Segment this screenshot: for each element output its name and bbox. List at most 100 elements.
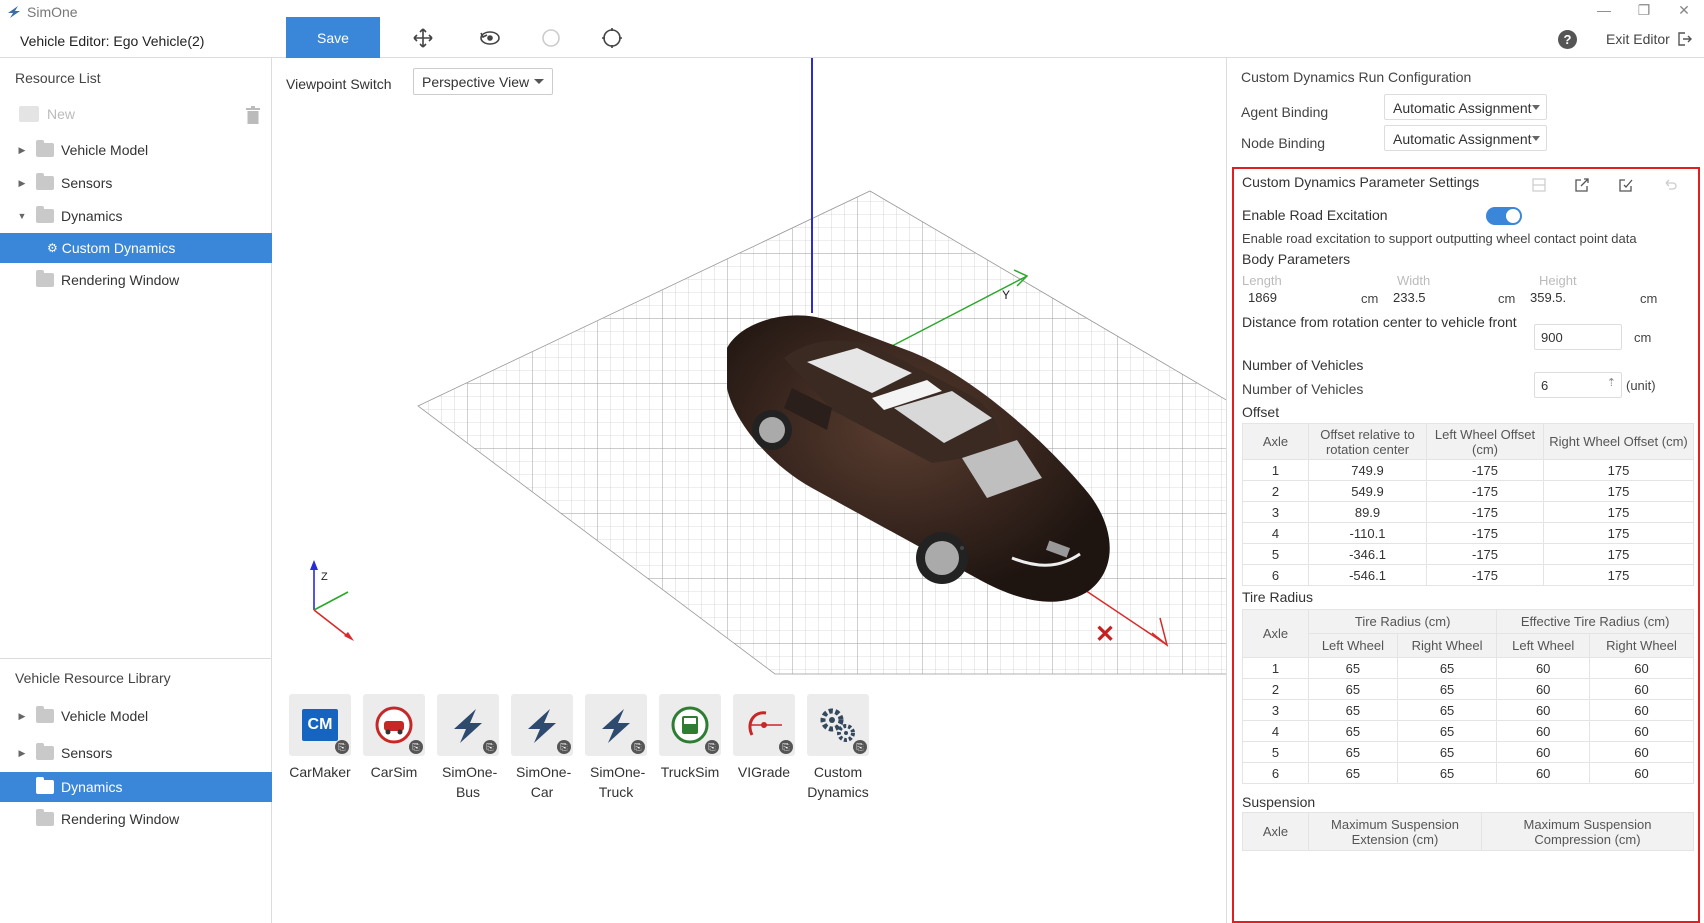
agent-binding-value: Automatic Assignment <box>1393 100 1532 116</box>
viewpoint-select[interactable]: Perspective View <box>413 68 553 95</box>
tree-item-rendering-window[interactable]: Rendering Window <box>0 265 272 295</box>
table-cell[interactable]: 60 <box>1589 720 1694 742</box>
node-binding-select[interactable]: Automatic Assignment <box>1384 125 1547 151</box>
tree-item-dynamics[interactable]: ▼ Dynamics <box>0 201 272 231</box>
offset-table: Axle Offset relative to rotation center … <box>1242 423 1694 586</box>
table-cell[interactable]: 65 <box>1396 741 1498 763</box>
table-cell[interactable]: 549.9 <box>1308 480 1427 502</box>
table-cell[interactable]: 175 <box>1543 459 1694 481</box>
collapse-icon[interactable] <box>1531 177 1549 195</box>
stepper-up-icon[interactable]: ⇡ <box>1607 376 1616 389</box>
folder-icon <box>36 173 54 190</box>
table-cell[interactable]: -175 <box>1426 564 1544 586</box>
folder-open-icon <box>36 206 54 223</box>
table-cell[interactable]: 65 <box>1308 678 1398 700</box>
table-cell[interactable]: 65 <box>1308 657 1398 679</box>
dynamics-tile-carsim[interactable]: ⎘ CarSim <box>358 694 430 782</box>
table-cell[interactable]: 65 <box>1308 720 1398 742</box>
rotate-tool-icon[interactable] <box>478 26 502 50</box>
table-cell[interactable]: 65 <box>1308 741 1398 763</box>
save-button[interactable]: Save <box>286 17 380 58</box>
restore-icon[interactable]: ❐ <box>1634 2 1654 19</box>
dynamics-tile-vigrade[interactable]: ⎘ VIGrade <box>728 694 800 782</box>
table-cell[interactable]: 65 <box>1308 762 1398 784</box>
length-input[interactable]: 1869 <box>1242 285 1352 311</box>
trash-icon[interactable] <box>246 106 260 124</box>
help-icon[interactable]: ? <box>1558 30 1577 49</box>
table-cell[interactable]: 65 <box>1396 720 1498 742</box>
resource-list-title: Resource List <box>15 70 101 86</box>
table-cell[interactable]: 65 <box>1396 762 1498 784</box>
table-cell[interactable]: -546.1 <box>1308 564 1427 586</box>
table-cell[interactable]: 60 <box>1589 657 1694 679</box>
app-brand: SimOne <box>6 3 78 21</box>
exit-editor-button[interactable]: Exit Editor <box>1606 31 1692 47</box>
library-item-sensors[interactable]: ▶ Sensors <box>0 738 272 768</box>
table-cell[interactable]: 60 <box>1496 762 1591 784</box>
undo-icon[interactable] <box>1662 177 1680 195</box>
library-label: Vehicle Model <box>61 708 149 724</box>
table-cell[interactable]: 60 <box>1496 699 1591 721</box>
axis-gizmo-z-label: Z <box>321 571 328 583</box>
3d-viewport[interactable]: Y ✕ Z <box>272 58 1226 678</box>
rotation-distance-unit: cm <box>1634 330 1652 345</box>
close-icon[interactable]: ✕ <box>1674 2 1694 19</box>
table-cell[interactable]: 175 <box>1543 564 1694 586</box>
table-cell[interactable]: 175 <box>1543 543 1694 565</box>
minimize-icon[interactable]: — <box>1594 2 1614 19</box>
table-cell[interactable]: 175 <box>1543 480 1694 502</box>
edit-icon[interactable] <box>1618 177 1636 195</box>
table-cell[interactable]: 60 <box>1589 741 1694 763</box>
table-cell[interactable]: -346.1 <box>1308 543 1427 565</box>
dynamics-tile-carmaker[interactable]: CM ⎘ CarMaker <box>284 694 356 782</box>
library-item-vehicle-model[interactable]: ▶ Vehicle Model <box>0 701 272 731</box>
library-item-dynamics[interactable]: Dynamics <box>0 772 272 802</box>
table-cell[interactable]: 175 <box>1543 501 1694 523</box>
tire-right-header: Right Wheel <box>1396 633 1498 658</box>
num-vehicles-input[interactable]: 6 ⇡ <box>1534 372 1622 398</box>
table-cell[interactable]: -110.1 <box>1308 522 1427 544</box>
dynamics-tile-custom-dynamics[interactable]: ⎘ Custom Dynamics <box>802 694 874 802</box>
table-cell[interactable]: 65 <box>1396 699 1498 721</box>
tree-item-sensors[interactable]: ▶ Sensors <box>0 168 272 198</box>
table-cell[interactable]: 89.9 <box>1308 501 1427 523</box>
table-cell[interactable]: 175 <box>1543 522 1694 544</box>
table-cell[interactable]: 60 <box>1496 657 1591 679</box>
table-cell[interactable]: 65 <box>1396 657 1498 679</box>
table-cell[interactable]: 60 <box>1496 678 1591 700</box>
editor-title: Vehicle Editor: Ego Vehicle(2) <box>20 33 205 49</box>
move-tool-icon[interactable] <box>411 26 435 50</box>
table-row: 1 749.9 -175 175 <box>1242 459 1694 481</box>
tree-item-custom-dynamics[interactable]: ⚙ Custom Dynamics <box>0 233 272 263</box>
rotation-distance-input[interactable]: 900 <box>1534 324 1622 350</box>
tree-item-vehicle-model[interactable]: ▶ Vehicle Model <box>0 135 272 165</box>
table-cell[interactable]: -175 <box>1426 522 1544 544</box>
dynamics-tile-trucksim[interactable]: ⎘ TruckSim <box>654 694 726 782</box>
new-resource-button[interactable]: New <box>0 99 272 129</box>
caret-right-icon: ▶ <box>18 710 26 721</box>
agent-binding-select[interactable]: Automatic Assignment <box>1384 94 1547 120</box>
table-cell[interactable]: 60 <box>1496 741 1591 763</box>
export-icon[interactable] <box>1574 177 1592 195</box>
dynamics-tile-simone-bus[interactable]: ⎘ SimOne-Bus <box>432 694 504 802</box>
dynamics-tile-simone-car[interactable]: ⎘ SimOne-Car <box>506 694 578 802</box>
library-item-rendering-window[interactable]: Rendering Window <box>0 804 272 834</box>
circle-tool-icon[interactable] <box>539 26 563 50</box>
table-cell[interactable]: 60 <box>1589 699 1694 721</box>
table-cell[interactable]: 65 <box>1308 699 1398 721</box>
road-excitation-toggle[interactable] <box>1486 207 1522 225</box>
table-cell[interactable]: -175 <box>1426 459 1544 481</box>
table-cell[interactable]: 65 <box>1396 678 1498 700</box>
table-cell[interactable]: 749.9 <box>1308 459 1427 481</box>
reset-view-icon[interactable] <box>600 26 624 50</box>
table-cell[interactable]: 60 <box>1496 720 1591 742</box>
table-cell[interactable]: -175 <box>1426 543 1544 565</box>
width-input[interactable]: 233.5 <box>1387 285 1487 311</box>
table-cell[interactable]: 60 <box>1589 678 1694 700</box>
suspension-col-header: Maximum Suspension Extension (cm) <box>1308 812 1482 851</box>
height-input[interactable]: 359.5. <box>1524 285 1634 311</box>
table-cell[interactable]: -175 <box>1426 501 1544 523</box>
table-cell[interactable]: -175 <box>1426 480 1544 502</box>
dynamics-tile-simone-truck[interactable]: ⎘ SimOne-Truck <box>580 694 652 802</box>
table-cell[interactable]: 60 <box>1589 762 1694 784</box>
